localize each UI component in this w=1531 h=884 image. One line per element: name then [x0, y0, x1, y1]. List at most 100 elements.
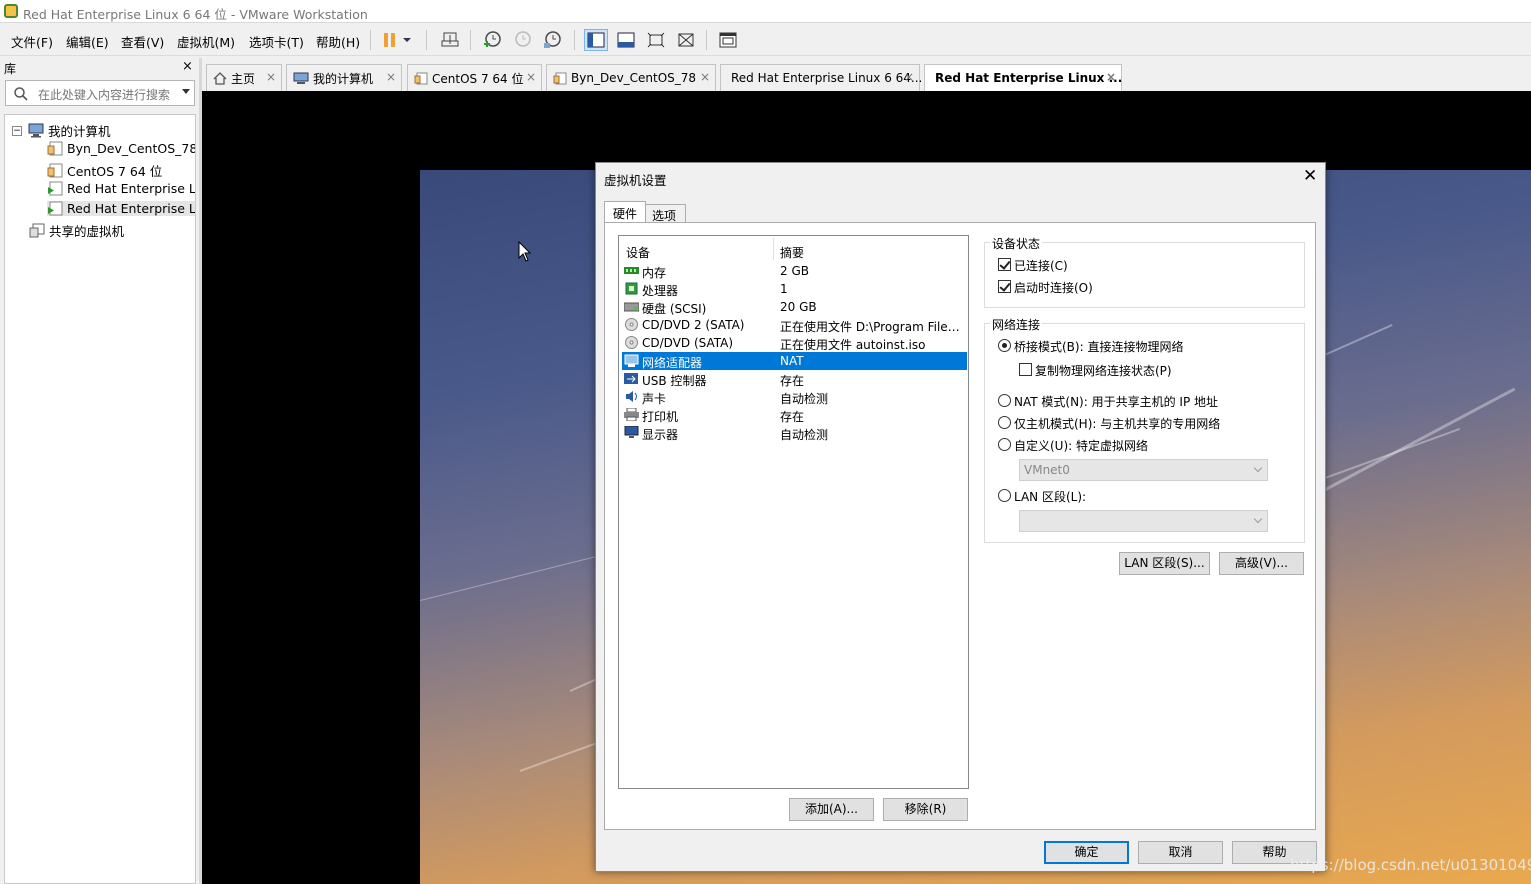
tab-centos7[interactable]: CentOS 7 64 位 ×: [407, 64, 542, 91]
device-status-title: 设备状态: [990, 235, 1043, 252]
device-row-network-adapter[interactable]: 网络适配器 NAT: [622, 352, 967, 370]
tab-my-computer[interactable]: 我的计算机 ×: [286, 64, 402, 91]
device-row-memory[interactable]: 内存 2 GB: [622, 262, 967, 280]
tab-close-button[interactable]: ×: [1106, 70, 1116, 84]
thumbnail-bar-icon[interactable]: [614, 29, 638, 51]
menu-edit[interactable]: 编辑(E): [66, 32, 109, 51]
computer-icon: [28, 123, 44, 138]
vm-icon: [47, 141, 63, 156]
advanced-button[interactable]: 高级(V)...: [1219, 552, 1304, 575]
home-icon: [213, 71, 227, 85]
menu-tabs[interactable]: 选项卡(T): [249, 32, 304, 51]
tab-rhel-2-active[interactable]: Red Hat Enterprise Linux ... ×: [924, 64, 1122, 91]
column-device: 设备: [626, 246, 651, 260]
tree-shared-vms[interactable]: 共享的虚拟机: [29, 221, 124, 240]
library-title: 库: [4, 62, 17, 76]
tab-home[interactable]: 主页 ×: [206, 64, 282, 91]
remove-device-button[interactable]: 移除(R): [883, 798, 968, 821]
bridged-label: 桥接模式(B): 直接连接物理网络: [1014, 340, 1184, 354]
snapshot-icon[interactable]: [480, 29, 504, 51]
lan-segment-radio[interactable]: [998, 489, 1011, 502]
show-library-icon[interactable]: [584, 29, 608, 51]
device-list[interactable]: 设备 摘要 内存 2 GB 处理器 1 硬盘 (SCSI) 20 GB CD/DVD …: [618, 235, 969, 789]
pause-icon[interactable]: [378, 29, 402, 51]
tree-my-computer-label: 我的计算机: [48, 124, 111, 139]
nat-radio[interactable]: [998, 394, 1011, 407]
computer-icon: [293, 72, 309, 84]
full-screen-icon[interactable]: [644, 29, 668, 51]
tab-close-button[interactable]: ×: [386, 70, 396, 84]
tree-vm-label: CentOS 7 64 位: [67, 164, 163, 179]
tab-label: 主页: [231, 71, 256, 86]
tab-hardware[interactable]: 硬件: [604, 201, 646, 223]
tab-byn-dev[interactable]: Byn_Dev_CentOS_78 ×: [546, 64, 716, 91]
revert-snapshot-icon: [510, 29, 534, 51]
watermark: https://blog.csdn.net/u013010499: [1290, 856, 1531, 874]
host-only-radio[interactable]: [998, 416, 1011, 429]
connected-checkbox[interactable]: [998, 258, 1011, 271]
tree-vm-byn-dev[interactable]: Byn_Dev_CentOS_78: [47, 141, 196, 156]
replicate-state-checkbox[interactable]: [1019, 363, 1032, 376]
tab-rhel-1[interactable]: Red Hat Enterprise Linux 6 64... ×: [720, 64, 922, 91]
connected-label: 已连接(C): [1014, 259, 1068, 273]
chevron-down-icon: [1253, 463, 1263, 473]
device-row-processor[interactable]: 处理器 1: [622, 280, 967, 298]
menu-vm[interactable]: 虚拟机(M): [177, 32, 235, 51]
device-row-usb-controller[interactable]: USB 控制器 存在: [622, 370, 967, 388]
console-view-icon[interactable]: [716, 29, 740, 51]
processor-icon: [625, 282, 638, 295]
unity-icon[interactable]: [674, 29, 698, 51]
tree-my-computer[interactable]: − 我的计算机: [12, 121, 111, 140]
send-ctrl-alt-del-icon[interactable]: [438, 29, 462, 51]
tree-vm-centos7[interactable]: CentOS 7 64 位: [47, 161, 162, 180]
vm-running-icon: [47, 181, 63, 196]
add-device-button[interactable]: 添加(A)...: [789, 798, 874, 821]
menu-file[interactable]: 文件(F): [11, 32, 53, 51]
device-row-hard-disk[interactable]: 硬盘 (SCSI) 20 GB: [622, 298, 967, 316]
custom-network-value: VMnet0: [1024, 463, 1070, 477]
tab-close-button[interactable]: ×: [266, 70, 276, 84]
device-row-cd-dvd[interactable]: CD/DVD (SATA) 正在使用文件 autoinst.iso: [622, 334, 967, 352]
tree-vm-label: Red Hat Enterprise Lin: [67, 181, 196, 196]
device-row-printer[interactable]: 打印机 存在: [622, 406, 967, 424]
cancel-button[interactable]: 取消: [1138, 841, 1223, 864]
bridged-radio[interactable]: [998, 339, 1011, 352]
library-close-button[interactable]: ×: [182, 59, 193, 74]
vm-running-icon: [47, 201, 63, 216]
device-row-cd-dvd-2[interactable]: CD/DVD 2 (SATA) 正在使用文件 D:\Program Files .…: [622, 316, 967, 334]
dialog-close-button[interactable]: ✕: [1303, 166, 1317, 186]
search-icon: [14, 87, 28, 101]
speaker-icon: [626, 391, 637, 402]
vm-tab-strip: 主页 × 我的计算机 × CentOS 7 64 位 × Byn_Dev_Cen…: [202, 60, 1531, 91]
custom-radio[interactable]: [998, 438, 1011, 451]
tab-close-button[interactable]: ×: [700, 70, 710, 84]
pause-dropdown-icon[interactable]: [400, 29, 414, 51]
menu-bar: 文件(F) 编辑(E) 查看(V) 虚拟机(M) 选项卡(T) 帮助(H): [0, 24, 1531, 56]
collapse-icon[interactable]: −: [12, 125, 22, 136]
library-search-input[interactable]: 在此处键入内容进行搜索: [5, 80, 195, 106]
device-row-sound-card[interactable]: 声卡 自动检测: [622, 388, 967, 406]
vm-settings-dialog: 虚拟机设置 ✕ 硬件 选项 设备 摘要 内存 2 GB 处理器 1 硬盘 (SCSI…: [595, 162, 1326, 872]
tab-label: Red Hat Enterprise Linux ...: [935, 71, 1123, 85]
connect-at-power-on-checkbox[interactable]: [998, 280, 1011, 293]
tree-vm-label: Byn_Dev_CentOS_78: [67, 141, 196, 156]
cd-icon: [625, 336, 638, 349]
device-row-display[interactable]: 显示器 自动检测: [622, 424, 967, 442]
usb-icon: [624, 373, 638, 384]
menu-view[interactable]: 查看(V): [121, 32, 164, 51]
menu-help[interactable]: 帮助(H): [316, 32, 360, 51]
search-dropdown-icon[interactable]: [182, 89, 190, 94]
tab-options[interactable]: 选项: [646, 204, 686, 223]
printer-icon: [624, 408, 639, 421]
ok-button[interactable]: 确定: [1044, 841, 1129, 864]
tab-close-button[interactable]: ×: [904, 70, 914, 84]
network-connection-title: 网络连接: [990, 316, 1043, 333]
tree-vm-rhel-2[interactable]: Red Hat Enterprise Lin: [47, 201, 195, 216]
library-tree: − 我的计算机 Byn_Dev_CentOS_78 CentOS 7 64 位 …: [4, 114, 196, 884]
replicate-state-label: 复制物理网络连接状态(P): [1035, 364, 1172, 378]
tab-close-button[interactable]: ×: [526, 70, 536, 84]
search-placeholder: 在此处键入内容进行搜索: [38, 88, 171, 102]
tree-vm-rhel-1[interactable]: Red Hat Enterprise Lin: [47, 181, 196, 196]
lan-segments-button[interactable]: LAN 区段(S)...: [1119, 552, 1210, 575]
snapshot-manager-icon[interactable]: [540, 29, 564, 51]
